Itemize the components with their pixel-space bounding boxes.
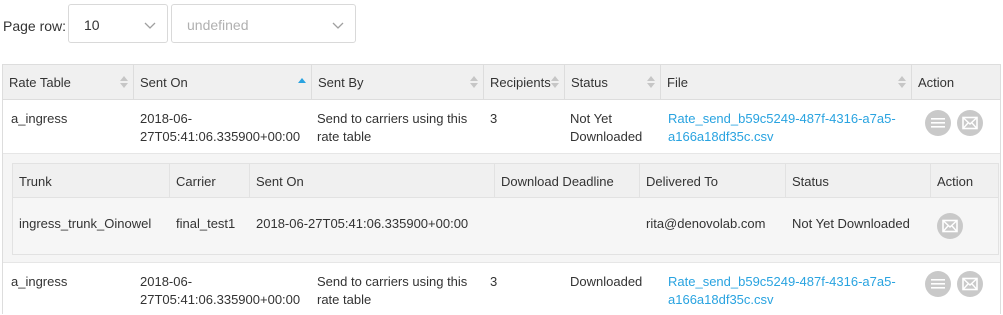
trunk-cell: ingress_trunk_Oinowel <box>19 216 152 231</box>
recipients-cell: 3 <box>490 111 498 126</box>
status-cell: Downloaded <box>570 274 643 289</box>
table-row: a_ingress 2018-06- 27T05:41:06.335900+00… <box>3 100 1000 154</box>
table-row: a_ingress 2018-06- 27T05:41:06.335900+00… <box>3 263 1000 315</box>
sub-column-trunk: Trunk <box>13 164 170 198</box>
page-row-select-value: 10 <box>84 17 100 33</box>
column-header-rate-table[interactable]: Rate Table <box>3 65 134 100</box>
expanded-row-detail: Trunk Carrier Sent On Download Deadline … <box>3 154 1000 263</box>
subtable-header: Trunk Carrier Sent On Download Deadline … <box>13 164 998 198</box>
sent-on-cell: 2018-06- 27T05:41:06.335900+00:00 <box>140 111 301 144</box>
sub-column-sent-on: Sent On <box>250 164 495 198</box>
rate-table-cell: a_ingress <box>11 274 68 289</box>
sort-icon[interactable] <box>898 76 907 89</box>
sort-icon[interactable] <box>551 76 560 89</box>
chevron-down-icon <box>332 22 344 29</box>
sent-on-cell: 2018-06- 27T05:41:06.335900+00:00 <box>140 274 301 307</box>
sort-ascending-icon[interactable] <box>298 78 307 91</box>
rate-table-cell: a_ingress <box>11 111 68 126</box>
recipients-cell: 3 <box>490 274 498 289</box>
sub-column-download-deadline: Download Deadline <box>495 164 640 198</box>
rate-send-table: Rate Table Sent On Sent By Recipients St… <box>2 64 1001 314</box>
sent-by-cell: Send to carriers using this rate table <box>317 111 468 144</box>
sub-status-cell: Not Yet Downloaded <box>792 216 910 231</box>
pagination-toolbar: Page row: 10 undefined <box>0 4 1003 44</box>
column-header-sent-on[interactable]: Sent On <box>134 65 312 100</box>
subtable-row: ingress_trunk_Oinowel final_test1 2018-0… <box>13 198 998 254</box>
page-row-select[interactable]: 10 <box>68 4 168 43</box>
recipients-subtable: Trunk Carrier Sent On Download Deadline … <box>12 163 999 255</box>
sort-icon[interactable] <box>120 76 129 89</box>
column-header-action: Action <box>918 75 955 90</box>
delivered-to-cell: rita@denovolab.com <box>646 216 766 231</box>
file-link[interactable]: Rate_send_b59c5249-487f-4316-a7a5- a166a… <box>668 110 896 146</box>
status-cell: Not Yet Downloaded <box>570 111 643 144</box>
file-link[interactable]: Rate_send_b59c5249-487f-4316-a7a5- a166a… <box>668 273 896 309</box>
table-header: Rate Table Sent On Sent By Recipients St… <box>3 65 1000 100</box>
sent-by-cell: Send to carriers using this rate table <box>317 274 468 307</box>
envelope-icon[interactable] <box>957 271 983 297</box>
secondary-select-value: undefined <box>187 17 249 33</box>
column-header-file[interactable]: File <box>661 65 912 100</box>
chevron-down-icon <box>144 22 156 29</box>
list-icon[interactable] <box>925 110 951 136</box>
envelope-icon[interactable] <box>957 110 983 136</box>
column-header-recipients[interactable]: Recipients <box>484 65 565 100</box>
sort-icon[interactable] <box>470 76 479 89</box>
carrier-cell: final_test1 <box>176 216 236 231</box>
column-header-sent-by[interactable]: Sent By <box>312 65 484 100</box>
sub-column-carrier: Carrier <box>170 164 250 198</box>
secondary-select[interactable]: undefined <box>171 4 356 43</box>
sub-sent-on-cell: 2018-06-27T05:41:06.335900+00:00 <box>256 216 469 231</box>
column-header-status[interactable]: Status <box>565 65 661 100</box>
sub-column-action: Action <box>937 174 974 189</box>
list-icon[interactable] <box>925 271 951 297</box>
sub-column-delivered-to: Delivered To <box>640 164 786 198</box>
page-row-label: Page row: <box>3 18 67 34</box>
envelope-icon[interactable] <box>937 213 963 239</box>
sub-column-status: Status <box>786 164 931 198</box>
sort-icon[interactable] <box>647 76 656 89</box>
